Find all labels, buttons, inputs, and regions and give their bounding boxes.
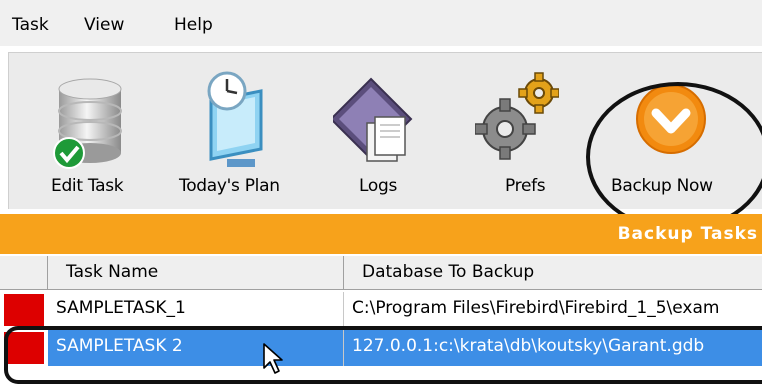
cell-database[interactable]: 127.0.0.1:c:\krata\db\koutsky\Garant.gdb [344,330,762,366]
menu-view[interactable]: View [84,14,124,36]
logs-pages-icon [329,71,417,171]
row-status-indicator [4,332,44,364]
cell-task-name[interactable]: SAMPLETASK_1 [48,292,344,328]
backup-tasks-title: Backup Tasks [617,224,758,244]
cell-task-name-text: SAMPLETASK 2 [56,336,183,356]
row-status-indicator [4,294,44,326]
cell-task-name[interactable]: SAMPLETASK 2 [48,330,344,366]
column-header-task-name-label: Task Name [66,262,159,282]
backup-down-arrow-icon [629,71,713,171]
mouse-pointer-icon [262,342,286,376]
edit-task-button[interactable]: Edit Task [39,53,159,209]
toolbar: Edit Task Today's Plan Logs Prefs Backup… [8,52,762,209]
menu-help[interactable]: Help [174,14,213,36]
backup-tasks-header: Backup Tasks [0,214,762,254]
table-row-selected[interactable]: SAMPLETASK 2 127.0.0.1:c:\krata\db\kouts… [0,330,762,366]
column-header-task-name[interactable]: Task Name [48,256,344,290]
backup-now-button[interactable]: Backup Now [605,53,735,209]
column-header-database[interactable]: Database To Backup [344,256,762,290]
cell-database-text: C:\Program Files\Firebird\Firebird_1_5\e… [352,298,720,318]
logs-button[interactable]: Logs [329,53,419,209]
prefs-label: Prefs [505,176,546,196]
todays-plan-label: Today's Plan [179,176,280,196]
table-row[interactable]: SAMPLETASK_1 C:\Program Files\Firebird\F… [0,292,762,328]
prefs-button[interactable]: Prefs [469,53,569,209]
gears-icon [474,71,560,171]
edit-task-label: Edit Task [51,176,124,196]
cell-task-name-text: SAMPLETASK_1 [56,298,186,318]
database-check-icon [49,71,133,171]
row-indicator-header [0,256,48,290]
column-header-database-label: Database To Backup [362,262,535,282]
cell-database-text: 127.0.0.1:c:\krata\db\koutsky\Garant.gdb [352,336,705,356]
backup-now-label: Backup Now [611,176,713,196]
cell-database[interactable]: C:\Program Files\Firebird\Firebird_1_5\e… [344,292,762,328]
monitor-clock-icon [197,71,281,171]
menu-bar: Task View Help [0,0,762,46]
logs-label: Logs [359,176,398,196]
todays-plan-button[interactable]: Today's Plan [169,53,309,209]
menu-task[interactable]: Task [12,14,49,36]
